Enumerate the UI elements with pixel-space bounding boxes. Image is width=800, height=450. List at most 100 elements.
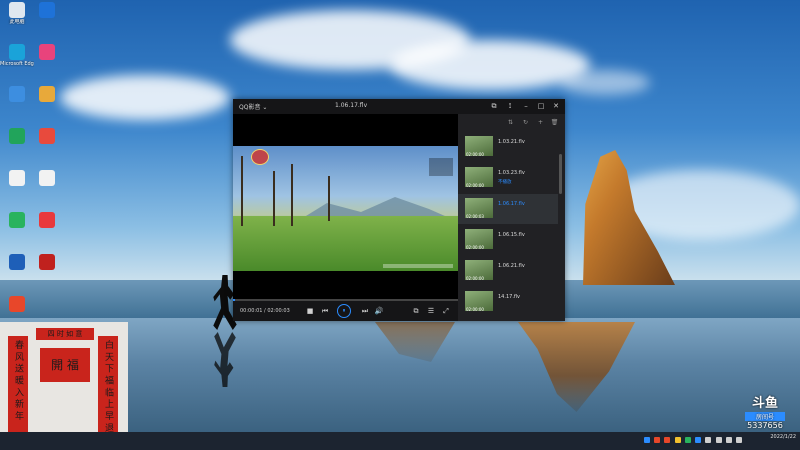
app-icon: [39, 254, 55, 270]
app-icon: [39, 86, 55, 102]
video-area[interactable]: [233, 114, 458, 301]
desktop-icon[interactable]: 此电脑: [0, 0, 34, 40]
volume-icon[interactable]: 🔊: [374, 306, 384, 316]
app-icon: [9, 44, 25, 60]
fullscreen-icon[interactable]: ⤢: [441, 306, 451, 316]
playlist-duration: 02:00:00: [466, 245, 484, 250]
wallpaper-cloud: [560, 70, 650, 95]
desktop-icon[interactable]: [0, 252, 34, 292]
douyu-logo: 斗鱼: [751, 396, 778, 411]
couplet-photo-overlay: 四 时 如 意 開 福 春 风 送 暖 入 新 年 白 天 下 福 临 上 早 …: [0, 322, 128, 450]
system-tray: [643, 437, 744, 445]
desktop-icon[interactable]: [30, 42, 64, 82]
maximize-button[interactable]: □: [536, 101, 546, 111]
desktop-icon[interactable]: [30, 252, 64, 292]
room-number: 5337656: [747, 421, 783, 430]
desktop-icon[interactable]: [30, 210, 64, 250]
desktop-icon-label: Microsoft Edge: [0, 61, 34, 67]
delete-icon[interactable]: 🗑: [550, 118, 559, 127]
pause-button[interactable]: ⏸: [337, 304, 351, 318]
game-avatar-badge: [251, 149, 269, 165]
playlist-duration: 02:00:03: [466, 214, 484, 219]
close-button[interactable]: ✕: [551, 101, 561, 111]
desktop-icon[interactable]: Microsoft Edge: [0, 42, 34, 82]
playlist-filename: 1.03.23.flv: [498, 170, 525, 176]
playlist-item[interactable]: 02:00:03 1.06.17.flv: [458, 194, 558, 224]
screen-share-icon[interactable]: ⧉: [489, 101, 499, 111]
clock-date: 2022/1/22: [770, 434, 796, 440]
tray-app-icon[interactable]: [695, 437, 702, 443]
tray-app-icon[interactable]: [654, 437, 661, 443]
couplet-right-text: 白 天 下 福 临 上 早 退: [103, 340, 113, 433]
game-tree: [328, 176, 330, 221]
app-icon: [9, 86, 25, 102]
game-tree: [241, 156, 243, 226]
playlist-filename: 14.17.flv: [498, 294, 521, 300]
next-icon[interactable]: ⏭: [360, 306, 370, 316]
playlist-status: 不播放: [498, 180, 512, 185]
playlist-filename: 1.06.21.flv: [498, 263, 525, 269]
app-icon: [9, 254, 25, 270]
app-icon: [9, 2, 25, 18]
previous-icon[interactable]: ⏮: [320, 306, 330, 316]
minimize-button[interactable]: –: [521, 101, 531, 111]
desktop-icon[interactable]: [30, 168, 64, 208]
screenshot-icon[interactable]: ⧉: [411, 306, 421, 316]
add-icon[interactable]: +: [536, 118, 545, 127]
app-icon: [9, 128, 25, 144]
game-tree: [291, 164, 293, 226]
app-icon: [9, 212, 25, 228]
desktop-icon[interactable]: [0, 168, 34, 208]
qq-player-window[interactable]: QQ影音 ⌄ 1.06.17.flv ⧉ ⟟ – □ ✕ 00:00:01 / …: [233, 99, 565, 321]
desktop-icon[interactable]: [0, 210, 34, 250]
app-icon: [39, 44, 55, 60]
desktop-icon[interactable]: [0, 126, 34, 166]
douyu-watermark: 斗鱼 房间号 5337656: [742, 392, 788, 430]
tray-app-icon[interactable]: [664, 437, 671, 443]
playlist-duration: 02:00:00: [466, 152, 484, 157]
playlist-item[interactable]: 02:00:00 14.17.flv: [458, 287, 558, 317]
game-hud-bar: [383, 264, 453, 268]
video-frame[interactable]: [233, 146, 458, 271]
settings-icon[interactable]: ☰: [426, 306, 436, 316]
player-titlebar[interactable]: QQ影音 ⌄ 1.06.17.flv ⧉ ⟟ – □ ✕: [233, 99, 565, 114]
volume-tray-icon[interactable]: [736, 437, 742, 443]
room-label: 房间号: [745, 412, 785, 421]
couplet-horizontal: 四 时 如 意: [36, 328, 94, 340]
file-title: 1.06.17.flv: [335, 102, 368, 109]
player-controls: 00:00:01 / 02:00:03 ■ ⏮ ⏸ ⏭ 🔊 ⧉ ☰ ⤢: [233, 301, 458, 321]
desktop-icon[interactable]: [30, 84, 64, 124]
pin-icon[interactable]: ⟟: [505, 101, 515, 111]
game-minimap: [429, 158, 453, 176]
tray-app-icon[interactable]: [705, 437, 712, 443]
desktop-icon[interactable]: [30, 126, 64, 166]
game-tree: [273, 171, 275, 226]
game-grass: [233, 216, 458, 271]
loop-icon[interactable]: ↻: [521, 118, 530, 127]
playlist-toolbar: ⇅ ↻ + 🗑: [458, 114, 565, 130]
taskbar-clock[interactable]: 2022/1/22: [770, 434, 796, 441]
tray-app-icon[interactable]: [674, 437, 681, 443]
playlist-filename: 1.06.15.flv: [498, 232, 525, 238]
network-icon[interactable]: [725, 437, 732, 443]
playlist-item[interactable]: 02:00:00 1.03.21.flv: [458, 132, 558, 162]
app-icon: [39, 170, 55, 186]
wallpaper-cloud: [60, 75, 230, 120]
playlist-scrollbar[interactable]: [559, 154, 562, 194]
tray-app-icon[interactable]: [715, 437, 722, 443]
playlist-duration: 02:00:00: [466, 307, 484, 312]
couplet-center: 開 福: [40, 348, 90, 382]
playlist-duration: 02:00:00: [466, 183, 484, 188]
desktop-icon[interactable]: [30, 0, 64, 40]
app-icon: [39, 212, 55, 228]
sort-icon[interactable]: ⇅: [506, 118, 515, 127]
stop-icon[interactable]: ■: [305, 306, 315, 316]
playlist-item[interactable]: 02:00:00 1.03.23.flv 不播放: [458, 163, 558, 193]
desktop-icon[interactable]: [0, 84, 34, 124]
playlist-item[interactable]: 02:00:00 1.06.21.flv: [458, 256, 558, 286]
tray-app-icon[interactable]: [643, 437, 650, 443]
taskbar: 2022/1/22: [0, 432, 800, 450]
tray-app-icon[interactable]: [684, 437, 691, 443]
app-name[interactable]: QQ影音 ⌄: [239, 102, 267, 111]
playlist-item[interactable]: 02:00:00 1.06.15.flv: [458, 225, 558, 255]
